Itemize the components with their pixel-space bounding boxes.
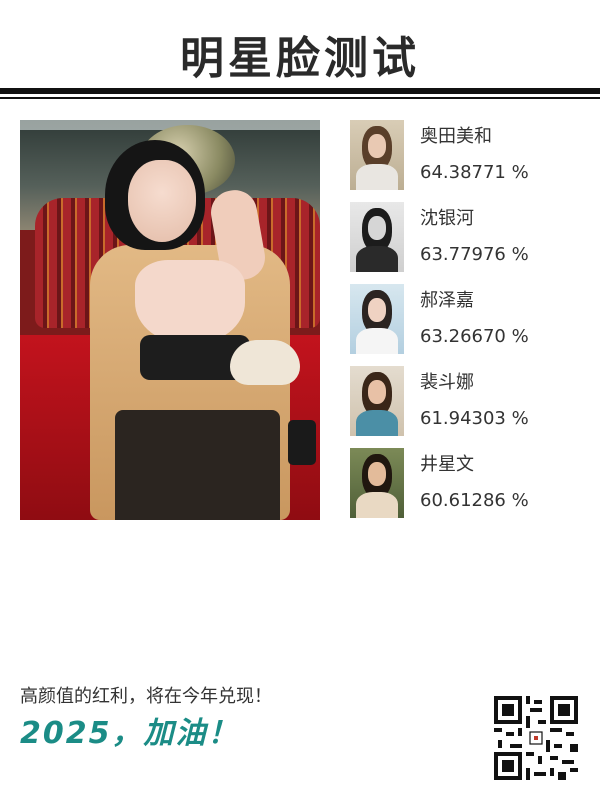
similarity-percent: 64.38771 %: [420, 162, 529, 183]
match-result-item: 裴斗娜 61.94303 %: [350, 366, 590, 448]
user-photo: [20, 120, 320, 520]
celebrity-name: 郝泽嘉: [420, 290, 474, 311]
match-result-item: 沈银河 63.77976 %: [350, 202, 590, 284]
celebrity-name: 井星文: [420, 454, 474, 475]
celebrity-thumbnail: [350, 448, 404, 518]
celebrity-thumbnail: [350, 202, 404, 272]
similarity-percent: 60.61286 %: [420, 490, 529, 511]
slogan-text: 高颜值的红利，将在今年兑现！: [20, 686, 272, 707]
title-divider-thin: [0, 97, 600, 99]
match-result-item: 井星文 60.61286 %: [350, 448, 590, 530]
match-result-item: 奥田美和 64.38771 %: [350, 120, 590, 202]
celebrity-thumbnail: [350, 120, 404, 190]
similarity-percent: 61.94303 %: [420, 408, 529, 429]
celebrity-thumbnail: [350, 366, 404, 436]
celebrity-name: 裴斗娜: [420, 372, 474, 393]
title-divider-thick: [0, 88, 600, 94]
match-result-item: 郝泽嘉 63.26670 %: [350, 284, 590, 366]
qr-code[interactable]: [494, 696, 578, 780]
celebrity-name: 沈银河: [420, 208, 474, 229]
page-title: 明星脸测试: [180, 33, 420, 84]
celebrity-thumbnail: [350, 284, 404, 354]
similarity-percent: 63.77976 %: [420, 244, 529, 265]
match-results-list: 奥田美和 64.38771 % 沈银河 63.77976 % 郝泽嘉 63.26…: [350, 120, 590, 530]
qr-code-icon: [494, 696, 578, 780]
similarity-percent: 63.26670 %: [420, 326, 529, 347]
celebrity-name: 奥田美和: [420, 126, 492, 147]
cheer-text: 2025，加油！: [20, 716, 240, 751]
